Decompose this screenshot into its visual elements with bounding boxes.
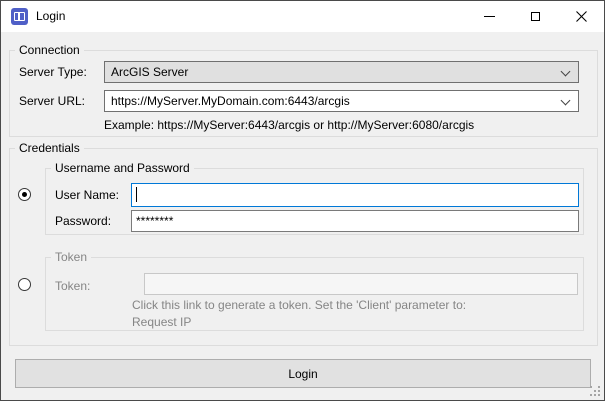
window-title: Login	[36, 9, 65, 23]
close-button[interactable]	[558, 1, 604, 32]
titlebar-buttons	[466, 1, 604, 32]
password-label: Password:	[55, 214, 111, 228]
credentials-group-label: Credentials	[15, 142, 84, 155]
token-radio[interactable]	[18, 278, 31, 291]
login-button[interactable]: Login	[15, 359, 591, 388]
app-icon	[11, 8, 28, 25]
server-type-value: ArcGIS Server	[111, 65, 188, 79]
server-url-value: https://MyServer.MyDomain.com:6443/arcgi…	[111, 94, 350, 108]
radio-selected-dot	[22, 192, 27, 197]
minimize-icon	[484, 16, 495, 17]
server-type-label: Server Type:	[19, 65, 87, 79]
minimize-button[interactable]	[466, 1, 512, 32]
connection-group-label: Connection	[15, 44, 84, 57]
server-type-dropdown[interactable]: ArcGIS Server	[104, 61, 579, 83]
chevron-down-icon	[561, 67, 571, 77]
chevron-down-icon	[561, 96, 571, 106]
token-input[interactable]	[144, 273, 578, 295]
server-url-label: Server URL:	[19, 94, 85, 108]
app-icon-window-shape	[14, 12, 25, 21]
titlebar[interactable]: Login	[1, 1, 604, 32]
text-caret	[136, 187, 137, 202]
server-url-combobox[interactable]: https://MyServer.MyDomain.com:6443/arcgi…	[104, 90, 579, 112]
login-button-label: Login	[288, 367, 317, 381]
username-password-group-label: Username and Password	[51, 162, 194, 175]
request-ip-link[interactable]: Request IP	[132, 315, 191, 329]
maximize-button[interactable]	[512, 1, 558, 32]
username-input[interactable]	[131, 183, 579, 207]
app-icon-divider	[18, 12, 20, 21]
token-label: Token:	[55, 279, 90, 293]
login-dialog: Login Connection Server Type: ArcGIS Ser…	[0, 0, 605, 401]
close-icon	[576, 11, 587, 22]
token-helper-text: Click this link to generate a token. Set…	[132, 298, 466, 312]
resize-grip-icon[interactable]	[590, 386, 592, 388]
server-url-example-text: Example: https://MyServer:6443/arcgis or…	[104, 118, 474, 132]
password-input[interactable]	[131, 210, 579, 232]
username-password-radio[interactable]	[18, 188, 31, 201]
maximize-icon	[531, 12, 540, 21]
token-group-label: Token	[51, 251, 91, 264]
username-label: User Name:	[55, 188, 119, 202]
